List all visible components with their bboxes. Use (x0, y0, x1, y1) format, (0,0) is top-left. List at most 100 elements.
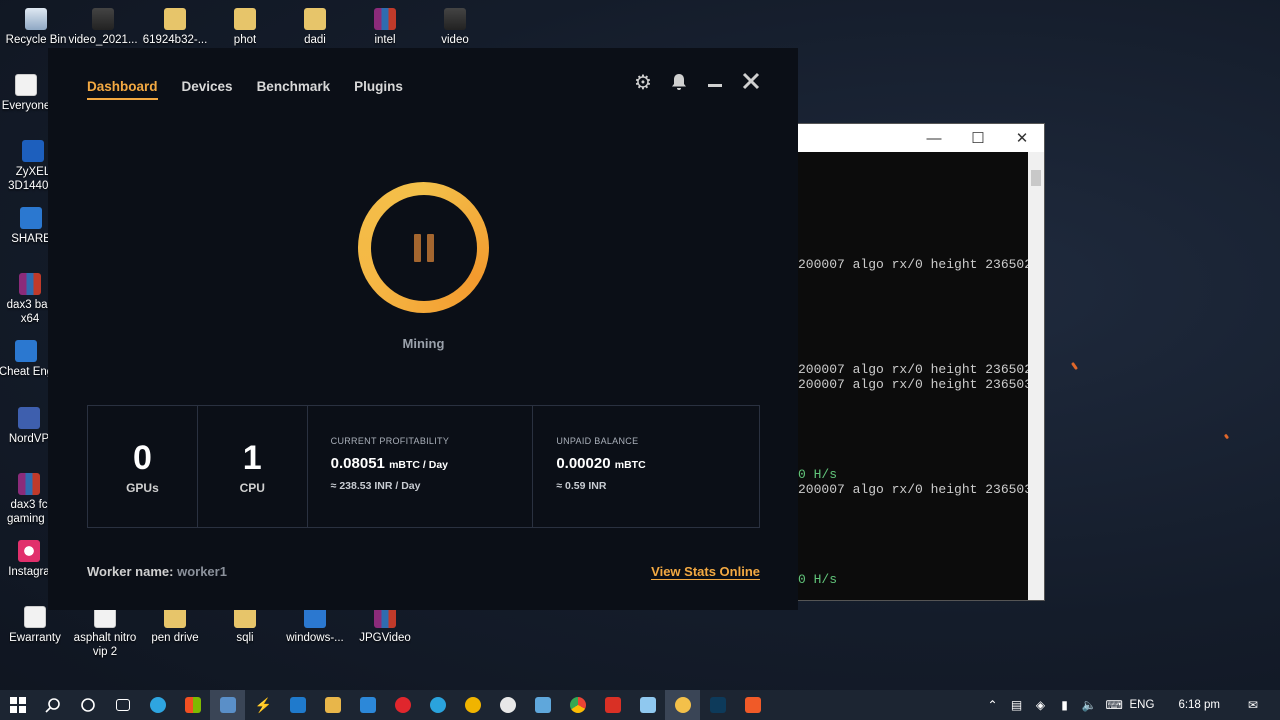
wallpaper-spark (1070, 361, 1079, 371)
notification-icon[interactable]: ✉ (1246, 698, 1260, 712)
desktop-icon-sqli[interactable]: sqli (209, 606, 281, 645)
profitability-number: 0.08051 (330, 455, 385, 472)
language-indicator[interactable]: ENG (1130, 699, 1155, 711)
desktop-icon-windows[interactable]: windows-... (279, 606, 351, 645)
profitability-unit: mBTC / Day (389, 459, 448, 471)
maximize-icon[interactable]: ☐ (956, 129, 1000, 147)
wifi-icon[interactable]: ◈ (1034, 698, 1048, 712)
profitability-cell: CURRENT PROFITABILITY 0.08051 mBTC / Day… (308, 406, 534, 527)
desktop-icon-jpgvideo[interactable]: JPGVideo (349, 606, 421, 645)
desktop-icon-ewarranty[interactable]: Ewarranty (0, 606, 71, 645)
terminal-scrollbar[interactable] (1028, 152, 1044, 600)
gpu-label: GPUs (126, 480, 159, 495)
search-icon[interactable] (35, 690, 70, 720)
desktop-icon-intel[interactable]: intel (349, 8, 421, 47)
recycle-bin-icon (25, 8, 47, 30)
close-icon[interactable] (740, 72, 762, 94)
terminal-window[interactable]: — ☐ ✕ 200007 algo rx/0 height 2365029 20… (797, 123, 1045, 601)
battery-icon[interactable]: ▮ (1058, 698, 1072, 712)
terminal-line: 0 H/s (798, 467, 838, 482)
volume-icon[interactable]: 🔈 (1082, 698, 1097, 712)
main-nav: Dashboard Devices Benchmark Plugins (87, 79, 403, 100)
notepad-icon[interactable] (630, 690, 665, 720)
chrome-dev-icon[interactable] (490, 690, 525, 720)
desktop-icon-61924b32[interactable]: 61924b32-... (139, 8, 211, 47)
video-file-icon (92, 8, 114, 30)
xampp-icon[interactable] (735, 690, 770, 720)
miner-app-window: Dashboard Devices Benchmark Plugins ⚙ Mi… (48, 48, 798, 610)
balance-number: 0.00020 (556, 455, 611, 472)
cortana-icon[interactable] (70, 690, 105, 720)
bell-icon[interactable] (668, 72, 690, 94)
nicehash-icon[interactable] (665, 690, 700, 720)
mail-icon[interactable] (350, 690, 385, 720)
tab-dashboard[interactable]: Dashboard (87, 79, 158, 100)
folder-icon (234, 8, 256, 30)
balance-cell: UNPAID BALANCE 0.00020 mBTC ≈ 0.59 INR (533, 406, 759, 527)
balance-caption: UNPAID BALANCE (556, 436, 639, 446)
terminal-app-icon[interactable] (700, 690, 735, 720)
desktop-icon-phot[interactable]: phot (209, 8, 281, 47)
instagram-icon (18, 540, 40, 562)
keyboard-icon[interactable]: ⌨ (1106, 698, 1123, 712)
wallpaper-spark (1223, 433, 1230, 440)
network-device-icon[interactable]: ▤ (1010, 698, 1024, 712)
opera-icon[interactable] (385, 690, 420, 720)
chrome-icon[interactable] (560, 690, 595, 720)
terminal-line: 200007 algo rx/0 height 2365031 (798, 482, 1040, 497)
file-icon (24, 606, 46, 628)
clock[interactable]: 6:18 pm (1178, 699, 1220, 711)
mining-toggle-button[interactable] (358, 182, 489, 313)
profitability-caption: CURRENT PROFITABILITY (330, 436, 450, 446)
view-stats-link[interactable]: View Stats Online (651, 564, 760, 580)
profitability-fiat: ≈ 238.53 INR / Day (330, 480, 421, 492)
close-icon[interactable]: ✕ (1000, 129, 1044, 147)
stats-panel: 0 GPUs 1 CPU CURRENT PROFITABILITY 0.080… (87, 405, 760, 528)
minimize-icon[interactable]: — (912, 130, 956, 147)
cpu-count: 1 (242, 438, 262, 477)
edge-icon[interactable] (140, 690, 175, 720)
folder-icon[interactable] (315, 690, 350, 720)
task-view-icon[interactable] (105, 690, 140, 720)
cpu-label: CPU (239, 480, 265, 495)
nordvpn-icon (18, 407, 40, 429)
vscode-icon[interactable] (280, 690, 315, 720)
desktop-icon-video[interactable]: video (419, 8, 491, 47)
video-file-icon (444, 8, 466, 30)
balance-fiat: ≈ 0.59 INR (556, 480, 607, 492)
worker-value: worker1 (177, 564, 227, 579)
terminal-output[interactable]: 200007 algo rx/0 height 2365029 200007 a… (798, 152, 1044, 600)
cpu-count-cell: 1 CPU (198, 406, 308, 527)
photos-icon[interactable] (525, 690, 560, 720)
tab-benchmark[interactable]: Benchmark (257, 79, 331, 100)
desktop-icon-recycle-bin[interactable]: Recycle Bin (0, 8, 72, 47)
chevron-up-icon[interactable]: ⌃ (986, 698, 1000, 712)
store-icon[interactable] (175, 690, 210, 720)
tab-devices[interactable]: Devices (182, 79, 233, 100)
desktop-icon-video-2021[interactable]: video_2021... (67, 8, 139, 47)
balance-value: 0.00020 mBTC (556, 455, 759, 472)
tab-plugins[interactable]: Plugins (354, 79, 403, 100)
app-icon (15, 74, 37, 96)
gear-icon[interactable]: ⚙ (632, 72, 654, 94)
balance-unit: mBTC (614, 459, 646, 471)
taskbar-app-icon[interactable] (210, 690, 245, 720)
gpu-count-cell: 0 GPUs (88, 406, 198, 527)
chrome-canary-icon[interactable] (455, 690, 490, 720)
taskbar: ⚡ ⌃ ▤ ◈ ▮ 🔈 ⌨ ENG 6:18 pm ✉ (0, 690, 1280, 720)
desktop-icon-asphalt[interactable]: asphalt nitro vip 2 (69, 606, 141, 659)
recorder-icon[interactable] (595, 690, 630, 720)
terminal-titlebar[interactable]: — ☐ ✕ (798, 124, 1044, 152)
start-button[interactable] (0, 690, 35, 720)
desktop-icon-dadi[interactable]: dadi (279, 8, 351, 47)
minimize-icon[interactable] (704, 72, 726, 94)
rar-icon (18, 473, 40, 495)
desktop-icon-pen-drive[interactable]: pen drive (139, 606, 211, 645)
profitability-value: 0.08051 mBTC / Day (331, 455, 533, 472)
telegram-icon[interactable] (420, 690, 455, 720)
zyxel-icon (22, 140, 44, 162)
folder-icon (304, 8, 326, 30)
share-icon (20, 207, 42, 229)
scrollbar-thumb[interactable] (1031, 170, 1041, 186)
lightning-icon[interactable]: ⚡ (245, 690, 280, 720)
